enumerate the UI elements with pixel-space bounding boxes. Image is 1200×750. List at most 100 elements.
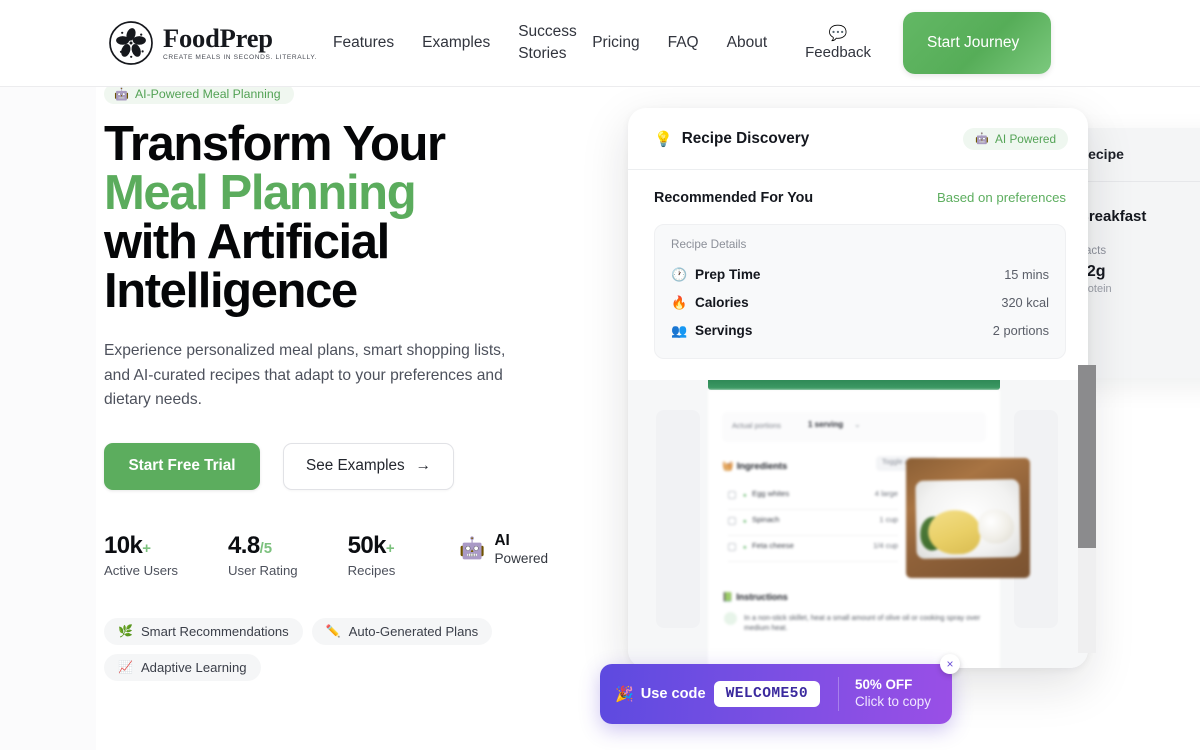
stat-user-rating: 4.8/5 User Rating (228, 532, 298, 578)
speech-bubble-icon: 💬 (828, 24, 848, 42)
checkbox-icon[interactable] (728, 543, 736, 551)
brand-logo[interactable]: FoodPrep CREATE MEALS IN SECONDS. LITERA… (108, 20, 317, 66)
promo-code-value[interactable]: WELCOME50 (713, 681, 820, 707)
ai-stat-line-1: AI (494, 531, 510, 549)
stats-row: 10k+ Active Users 4.8/5 User Rating 50k +… (104, 532, 624, 578)
book-icon: 📗 (722, 592, 734, 602)
ai-powered-chip-label: AI Powered (995, 131, 1056, 146)
ingredient-qty: 1/4 cup (873, 541, 898, 550)
ai-powered-chip: 🤖 AI Powered (963, 127, 1068, 150)
promo-banner[interactable]: 🎉 Use code WELCOME50 50% OFF Click to co… (600, 654, 960, 724)
preview-ingredient-row[interactable]: ● Spinach 1 cup (728, 512, 898, 536)
promo-use-code-label: Use code (640, 686, 706, 702)
scrollbar-thumb[interactable] (1078, 365, 1096, 548)
recommended-note: Based on preferences (936, 190, 1066, 205)
stat-suffix: /5 (259, 539, 273, 557)
hero-subtitle: Experience personalized meal plans, smar… (104, 342, 506, 409)
bullet-icon: ● (743, 519, 747, 525)
nav-item-pricing[interactable]: Pricing (578, 32, 653, 54)
see-examples-button[interactable]: See Examples → (283, 442, 454, 490)
feature-pill-label: Smart Recommendations (140, 623, 289, 639)
lightbulb-icon: 💡 (654, 130, 673, 148)
chart-line-icon: 📈 (118, 660, 133, 675)
stat-suffix: + (142, 539, 152, 557)
checkbox-icon[interactable] (728, 517, 736, 525)
preview-ingredient-row[interactable]: ● Egg whites 4 large (728, 486, 898, 510)
feature-pill-auto-generated-plans[interactable]: ✏️ Auto-Generated Plans (311, 617, 493, 645)
checkbox-icon[interactable] (728, 491, 736, 499)
preview-ingredients-heading: 🧺 Ingredients (722, 460, 787, 472)
recipe-details-heading: Recipe Details (671, 238, 747, 251)
stat-active-users: 10k+ Active Users (104, 532, 178, 578)
ingredient-name: Spinach (752, 515, 780, 524)
scrollbar-track[interactable] (1078, 548, 1096, 653)
feature-pill-adaptive-learning[interactable]: 📈 Adaptive Learning (104, 653, 261, 681)
preview-portion-selector[interactable]: Actual portions 1 serving ⌄ (722, 412, 986, 442)
background-card-fact-value: 12g (1078, 263, 1106, 280)
nav-item-about[interactable]: About (713, 32, 782, 54)
site-header: FoodPrep CREATE MEALS IN SECONDS. LITERA… (0, 0, 1200, 87)
start-journey-button[interactable]: Start Journey (903, 12, 1052, 74)
ai-powered-badge: 🤖 AI-Powered Meal Planning (104, 84, 294, 104)
background-card-fact-unit: protein (1078, 283, 1112, 295)
preview-ingredient-row[interactable]: ● Feta cheese 1/4 cup (728, 538, 898, 562)
chevron-down-icon: ⌄ (854, 420, 861, 429)
promo-click-to-copy: Click to copy (855, 694, 931, 709)
arrow-right-icon: → (415, 457, 431, 475)
preview-top-bar (708, 380, 1000, 390)
stat-ai-powered: 🤖 AI Powered (459, 532, 548, 566)
recipe-card-title: Recipe Discovery (681, 129, 810, 147)
clock-icon: 🕐 (671, 266, 688, 282)
pinwheel-flower-logo-icon (109, 21, 153, 65)
detail-row-servings: 👥 Servings 2 portions (671, 316, 1049, 344)
detail-name: Calories (695, 294, 749, 310)
ingredient-name: Feta cheese (752, 541, 794, 550)
stat-label: Active Users (104, 562, 179, 578)
landing-page: FoodPrep CREATE MEALS IN SECONDS. LITERA… (0, 0, 1200, 750)
close-icon[interactable]: × (940, 654, 960, 674)
hero-button-group: Start Free Trial See Examples → (104, 442, 624, 490)
stat-value: 4.8 (228, 531, 260, 559)
recommended-title: Recommended For You (654, 190, 814, 206)
basket-icon: 🧺 (722, 460, 734, 471)
detail-name: Servings (695, 322, 753, 338)
nav-item-faq[interactable]: FAQ (654, 32, 713, 54)
start-free-trial-button[interactable]: Start Free Trial (104, 442, 260, 490)
preview-step-text: In a non-stick skillet, heat a small amo… (744, 613, 981, 632)
hero-title-line-2: Meal Planning (104, 166, 417, 220)
preview-side-panel-left (656, 410, 700, 628)
ai-powered-badge-label: AI-Powered Meal Planning (134, 87, 281, 101)
feature-pill-label: Auto-Generated Plans (348, 623, 479, 639)
preview-ingredients-heading-text: Ingredients (736, 460, 788, 471)
hero-title-line-4: Intelligence (104, 264, 358, 318)
plate-shape (915, 479, 1021, 559)
leaf-icon: 🌿 (118, 624, 133, 639)
stat-label: User Rating (228, 562, 298, 578)
stat-value: 50k (347, 531, 387, 559)
background-card-title: Recipe (1078, 146, 1124, 162)
stat-value: 10k (104, 531, 143, 559)
feature-pill-label: Adaptive Learning (140, 659, 247, 675)
feature-pill-smart-recommendations[interactable]: 🌿 Smart Recommendations (104, 617, 303, 645)
pencil-icon: ✏️ (325, 624, 341, 639)
detail-row-calories: 🔥 Calories 320 kcal (671, 288, 1049, 316)
nav-item-success-stories[interactable]: Success Stories (504, 21, 578, 65)
robot-icon: 🤖 (459, 536, 486, 560)
page-background-tint (0, 87, 96, 750)
recipe-details-panel: Recipe Details 🕐 Prep Time 15 mins 🔥 Cal… (654, 224, 1066, 359)
robot-icon: 🤖 (114, 87, 129, 101)
nav-item-features[interactable]: Features (319, 32, 408, 54)
preview-portions-label: Actual portions (732, 421, 781, 430)
preview-portions-value: 1 serving (808, 420, 844, 429)
hero-right-column: Recipe Breakfast Facts 12g protein 💡 Rec… (620, 108, 1200, 688)
detail-value: 320 kcal (1001, 294, 1049, 310)
detail-value: 15 mins (1004, 266, 1049, 282)
people-icon: 👥 (671, 322, 688, 338)
hero-title-line-1: Transform Your (104, 117, 446, 171)
preview-instructions-heading-text: Instructions (736, 592, 788, 602)
recipe-card-header: 💡 Recipe Discovery 🤖 AI Powered (628, 108, 1088, 170)
nav-item-examples[interactable]: Examples (408, 32, 504, 54)
recipe-preview-area: Actual portions 1 serving ⌄ 🧺 Ingredients… (628, 380, 1088, 668)
feedback-button[interactable]: 💬 Feedback (805, 26, 871, 61)
brand-tagline: CREATE MEALS IN SECONDS. LITERALLY. (163, 54, 317, 62)
